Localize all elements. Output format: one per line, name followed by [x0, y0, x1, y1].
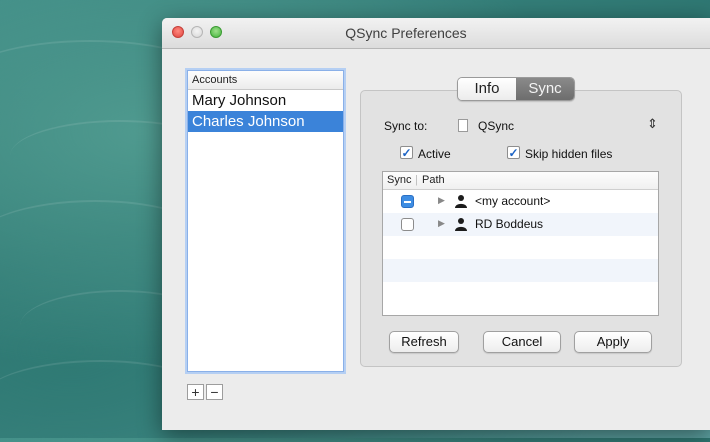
sync-path-table[interactable]: Sync | Path ▶ <my account> ▶ RD Boddeus [382, 171, 659, 316]
disclosure-triangle-icon[interactable]: ▶ [438, 195, 445, 206]
remove-account-button[interactable]: − [206, 384, 223, 400]
path-text: RD Boddeus [475, 217, 544, 231]
document-icon [458, 119, 468, 132]
sync-checkbox[interactable] [401, 218, 414, 231]
table-empty-row [383, 236, 658, 259]
sync-to-label: Sync to: [384, 119, 428, 133]
title-bar: QSync Preferences [162, 18, 710, 49]
skip-hidden-label: Skip hidden files [525, 147, 613, 161]
user-icon [455, 218, 467, 231]
column-divider: | [415, 174, 418, 186]
window-title: QSync Preferences [345, 25, 467, 41]
accounts-header: Accounts [188, 71, 343, 90]
preferences-window: QSync Preferences Accounts Mary Johnson … [162, 18, 710, 430]
path-text: <my account> [475, 194, 551, 208]
accounts-list[interactable]: Accounts Mary Johnson Charles Johnson [187, 70, 344, 372]
active-checkbox[interactable]: ✓ [400, 146, 413, 159]
add-account-button[interactable]: + [187, 384, 204, 400]
popup-arrows-icon[interactable]: ⇕ [647, 116, 658, 132]
tab-info[interactable]: Info [458, 78, 516, 100]
disclosure-triangle-icon[interactable]: ▶ [438, 218, 445, 229]
table-header: Sync | Path [383, 172, 658, 190]
account-item-charles-johnson[interactable]: Charles Johnson [188, 111, 343, 132]
tab-bar: Info Sync [457, 77, 575, 101]
account-item-mary-johnson[interactable]: Mary Johnson [188, 90, 343, 111]
active-label: Active [418, 147, 451, 161]
tab-sync[interactable]: Sync [516, 78, 574, 100]
user-icon [455, 195, 467, 208]
apply-button[interactable]: Apply [574, 331, 652, 353]
table-empty-row [383, 259, 658, 282]
cancel-button[interactable]: Cancel [483, 331, 561, 353]
skip-hidden-checkbox[interactable]: ✓ [507, 146, 520, 159]
column-header-path[interactable]: Path [422, 174, 445, 186]
table-row[interactable]: ▶ RD Boddeus [383, 213, 658, 236]
sync-to-value[interactable]: QSync [478, 119, 514, 133]
sync-checkbox[interactable] [401, 195, 414, 208]
column-header-sync[interactable]: Sync [387, 174, 411, 186]
refresh-button[interactable]: Refresh [389, 331, 459, 353]
table-row[interactable]: ▶ <my account> [383, 190, 658, 213]
